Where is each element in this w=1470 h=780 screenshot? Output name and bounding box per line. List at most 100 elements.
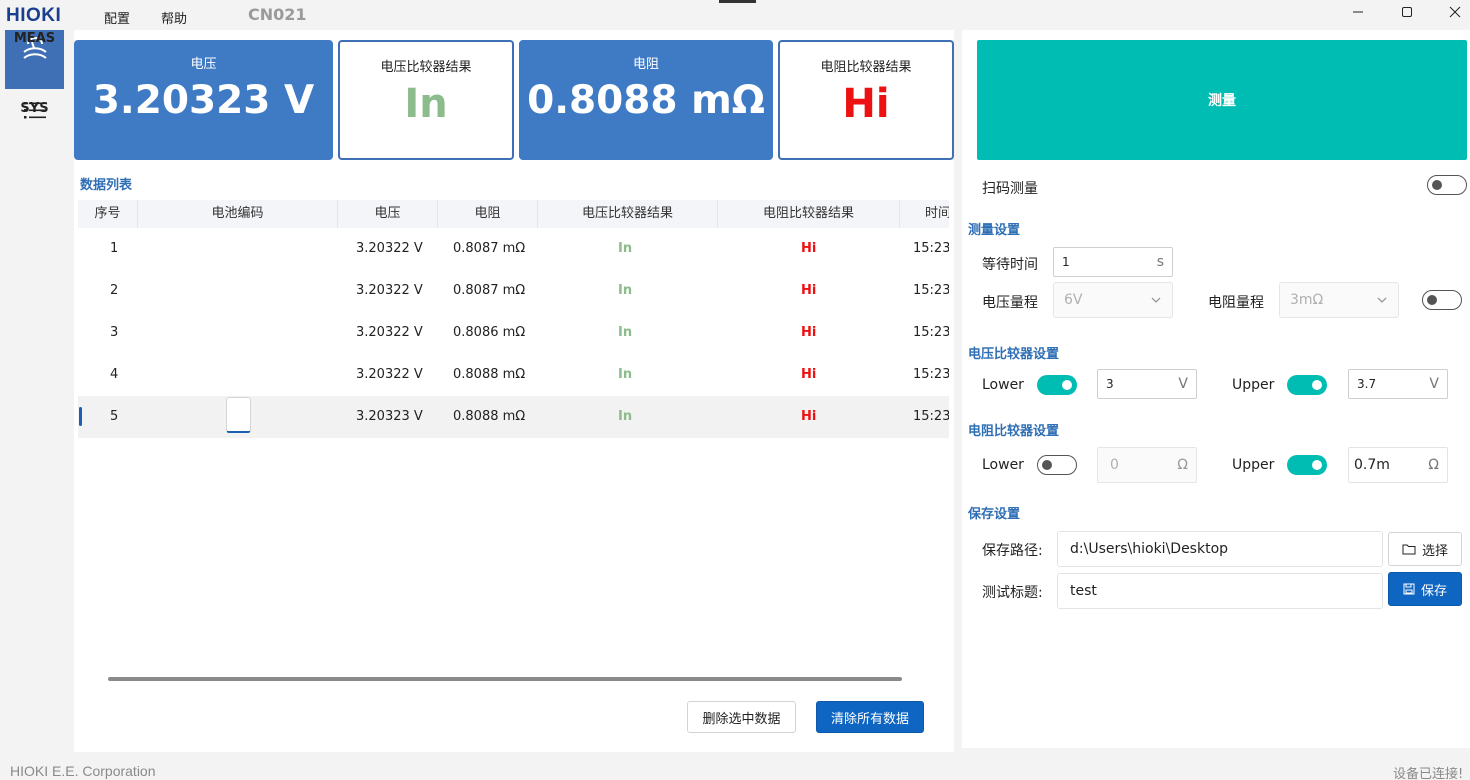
r-lower-toggle[interactable] <box>1037 455 1077 475</box>
nav-sys-label: SYS <box>20 101 49 116</box>
cell-resistance: 0.8088 mΩ <box>453 409 526 424</box>
wait-time-label: 等待时间 <box>982 257 1038 273</box>
voltage-caption: 电压 <box>190 57 217 72</box>
cell-time: 15:23 <box>913 325 949 340</box>
menu-help[interactable]: 帮助 <box>161 8 187 27</box>
cell-no: 2 <box>110 283 119 298</box>
voltage-result-value: In <box>404 81 448 127</box>
cell-v-result: In <box>618 283 633 298</box>
table-row-selected[interactable]: 5 3.20323 V 0.8088 mΩ In Hi 15:23 <box>78 396 949 438</box>
table-row[interactable]: 3 3.20322 V 0.8086 mΩ In Hi 15:23 <box>78 312 949 354</box>
cell-resistance: 0.8087 mΩ <box>453 241 526 256</box>
cell-no: 5 <box>110 409 119 424</box>
col-header-no[interactable]: 序号 <box>78 200 138 228</box>
save-settings-title: 保存设置 <box>968 507 1021 522</box>
resistance-range-select[interactable]: 3mΩ <box>1279 282 1399 318</box>
r-upper-unit: Ω <box>1428 457 1439 473</box>
nav-sys[interactable]: SYS <box>5 100 64 150</box>
save-path-value: d:\Users\hioki\Desktop <box>1070 541 1229 557</box>
cell-r-result: Hi <box>801 367 817 382</box>
cell-v-result: In <box>618 325 633 340</box>
maximize-button[interactable] <box>1392 2 1422 22</box>
r-lower-input[interactable]: 0 Ω <box>1097 447 1197 483</box>
wait-time-unit: s <box>1156 254 1164 270</box>
delete-selected-button[interactable]: 删除选中数据 <box>687 701 796 733</box>
clear-all-button[interactable]: 清除所有数据 <box>816 701 924 733</box>
cell-r-result: Hi <box>801 241 817 256</box>
v-upper-label: Upper <box>1232 377 1275 393</box>
cell-time: 15:23 <box>913 409 949 424</box>
resistance-result-value: Hi <box>842 81 890 127</box>
cell-no: 3 <box>110 325 119 340</box>
cell-resistance: 0.8087 mΩ <box>453 283 526 298</box>
v-lower-label: Lower <box>982 377 1024 393</box>
horizontal-scrollbar[interactable] <box>108 677 902 681</box>
r-upper-toggle[interactable] <box>1287 455 1327 475</box>
table-header: 序号 电池编码 电压 电阻 电压比较器结果 电阻比较器结果 时间 <box>78 200 949 228</box>
cell-code[interactable] <box>138 228 338 270</box>
battery-code-input[interactable] <box>226 397 251 433</box>
wait-time-input[interactable]: 1 s <box>1053 247 1173 277</box>
cell-voltage: 3.20322 V <box>356 367 423 382</box>
v-upper-unit: V <box>1429 376 1439 392</box>
resistance-range-value: 3mΩ <box>1290 292 1324 308</box>
selection-indicator <box>79 407 82 426</box>
cell-code[interactable] <box>138 270 338 312</box>
settings-panel: 测量 扫码测量 测量设置 等待时间 1 s 电压量程 6V 电阻量程 3mΩ 电… <box>962 30 1470 748</box>
data-list-title: 数据列表 <box>80 178 133 193</box>
save-button[interactable]: 保存 <box>1388 572 1462 606</box>
scan-measure-toggle[interactable] <box>1427 175 1467 195</box>
save-icon <box>1403 583 1415 595</box>
cell-v-result: In <box>618 367 633 382</box>
measure-button[interactable]: 测量 <box>977 40 1467 160</box>
v-upper-input[interactable]: 3.7 V <box>1348 369 1448 399</box>
resistance-value: 0.8088 mΩ <box>527 78 765 123</box>
voltage-value: 3.20323 V <box>92 78 315 123</box>
col-header-voltage[interactable]: 电压 <box>338 200 438 228</box>
range-toggle[interactable] <box>1422 290 1462 310</box>
menu-config[interactable]: 配置 <box>104 8 130 27</box>
cell-code[interactable] <box>138 354 338 396</box>
table-row[interactable]: 2 3.20322 V 0.8087 mΩ In Hi 15:23 <box>78 270 949 312</box>
voltage-comparator-title: 电压比较器设置 <box>968 347 1060 362</box>
cell-no: 4 <box>110 367 119 382</box>
cell-code[interactable] <box>138 312 338 354</box>
v-lower-value: 3 <box>1106 377 1114 391</box>
wait-time-value: 1 <box>1062 255 1070 269</box>
cell-r-result: Hi <box>801 409 817 424</box>
resistance-comparator-title: 电阻比较器设置 <box>968 424 1060 439</box>
model-name: CN021 <box>248 5 307 24</box>
r-upper-label: Upper <box>1232 457 1275 473</box>
v-lower-toggle[interactable] <box>1037 375 1077 395</box>
minimize-icon <box>1353 11 1363 13</box>
resistance-result-caption: 电阻比较器结果 <box>820 60 912 75</box>
close-window-button[interactable] <box>1440 2 1470 22</box>
r-upper-value: 0.7m <box>1354 457 1390 473</box>
col-header-time[interactable]: 时间 <box>900 200 949 228</box>
maximize-icon <box>1402 7 1412 17</box>
company-name: HIOKI E.E. Corporation <box>10 763 156 779</box>
col-header-code[interactable]: 电池编码 <box>138 200 338 228</box>
cell-voltage: 3.20322 V <box>356 325 423 340</box>
save-path-input[interactable]: d:\Users\hioki\Desktop <box>1057 531 1383 567</box>
cell-voltage: 3.20322 V <box>356 283 423 298</box>
nav-meas-label: MEAS <box>13 31 56 46</box>
choose-folder-button[interactable]: 选择 <box>1388 532 1462 566</box>
minimize-button[interactable] <box>1343 2 1373 22</box>
v-upper-value: 3.7 <box>1357 377 1377 391</box>
table-row[interactable]: 4 3.20322 V 0.8088 mΩ In Hi 15:23 <box>78 354 949 396</box>
table-row[interactable]: 1 3.20322 V 0.8087 mΩ In Hi 15:23 <box>78 228 949 270</box>
test-title-value: test <box>1070 583 1097 599</box>
cell-voltage: 3.20322 V <box>356 241 423 256</box>
r-upper-input[interactable]: 0.7m Ω <box>1348 447 1448 483</box>
voltage-range-select[interactable]: 6V <box>1053 282 1173 318</box>
test-title-input[interactable]: test <box>1057 573 1383 609</box>
col-header-r-result[interactable]: 电阻比较器结果 <box>718 200 900 228</box>
v-upper-toggle[interactable] <box>1287 375 1327 395</box>
col-header-resistance[interactable]: 电阻 <box>438 200 538 228</box>
cell-resistance: 0.8086 mΩ <box>453 325 526 340</box>
nav-meas[interactable]: MEAS <box>5 30 64 89</box>
col-header-v-result[interactable]: 电压比较器结果 <box>538 200 718 228</box>
v-lower-input[interactable]: 3 V <box>1097 369 1197 399</box>
drag-handle[interactable] <box>719 0 756 3</box>
